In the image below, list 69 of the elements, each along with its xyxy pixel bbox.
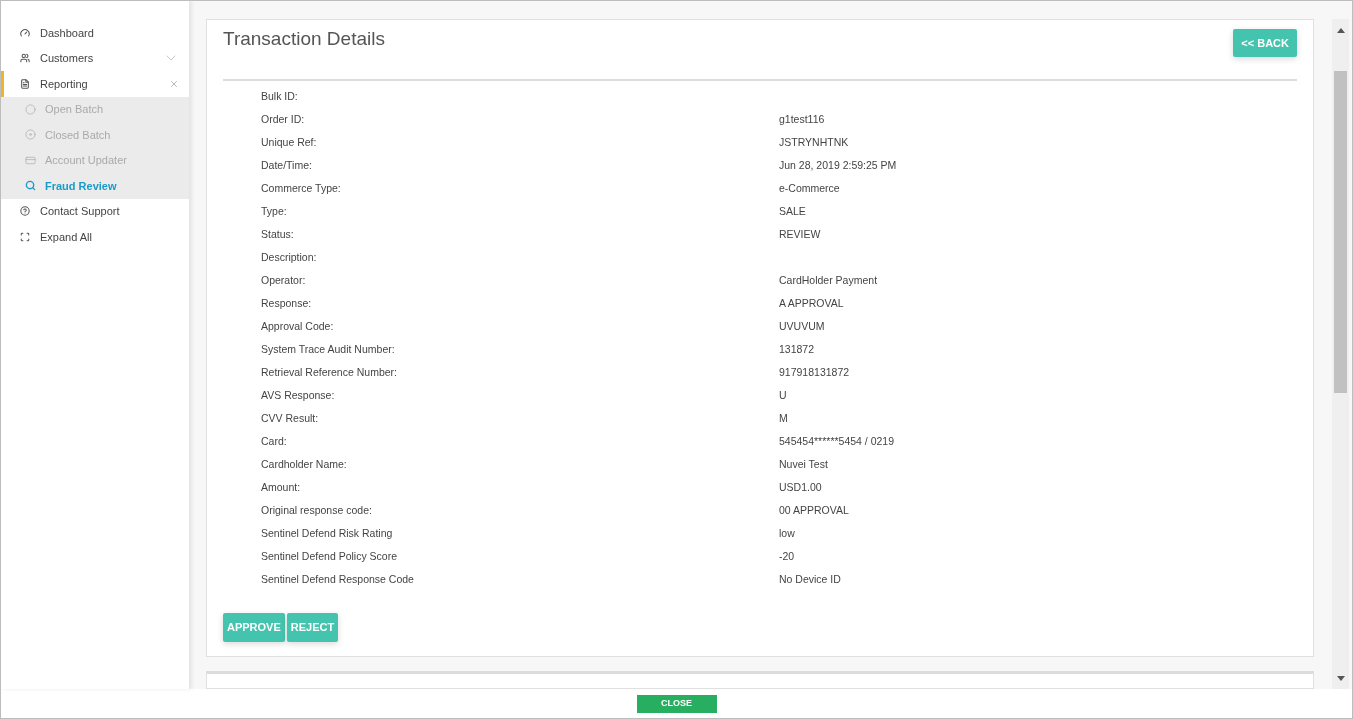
detail-value: 545454******5454 / 0219 xyxy=(779,433,895,449)
document-icon xyxy=(20,78,30,89)
detail-value: USD1.00 xyxy=(779,479,822,495)
sidebar-item[interactable]: Customers xyxy=(1,45,189,71)
detail-label: Date/Time: xyxy=(260,157,313,173)
card-icon xyxy=(25,154,36,166)
help-icon xyxy=(20,206,30,217)
detail-label: Order ID: xyxy=(260,111,306,127)
detail-label: Status: xyxy=(260,226,295,242)
detail-value: No Device ID xyxy=(779,571,841,587)
detail-value: JSTRYNHTNK xyxy=(779,134,849,150)
disc-icon xyxy=(25,129,36,141)
detail-label: Bulk ID: xyxy=(260,88,299,104)
down-arrow-icon[interactable] xyxy=(1336,676,1345,681)
detail-label: System Trace Audit Number: xyxy=(260,341,396,357)
submenu-item[interactable]: Closed Batch xyxy=(1,122,189,148)
users-icon xyxy=(20,53,30,64)
expand-icon xyxy=(20,231,30,242)
detail-label: Type: xyxy=(260,203,288,219)
detail-label: Card: xyxy=(260,433,288,449)
submenu-item[interactable]: Open Batch xyxy=(1,96,189,122)
detail-value: A APPROVAL xyxy=(779,295,844,311)
detail-value: 131872 xyxy=(779,341,815,357)
detail-label: Response: xyxy=(260,295,313,311)
detail-label: Retrieval Reference Number: xyxy=(260,364,398,380)
up-arrow-icon[interactable] xyxy=(1336,28,1345,33)
submenu-item[interactable]: Fraud Review xyxy=(1,173,189,199)
detail-label: Sentinel Defend Response Code xyxy=(260,571,415,587)
detail-label: Cardholder Name: xyxy=(260,456,348,472)
detail-value: e-Commerce xyxy=(779,180,840,196)
detail-value: UVUVUM xyxy=(779,318,825,334)
action-button[interactable]: APPROVE xyxy=(223,613,285,642)
submenu-item[interactable]: Account Updater xyxy=(1,147,189,173)
detail-value: 00 APPROVAL xyxy=(779,502,849,518)
detail-label: AVS Response: xyxy=(260,387,336,403)
detail-label: Unique Ref: xyxy=(260,134,318,150)
action-button[interactable]: REJECT xyxy=(286,613,339,642)
detail-label: Original response code: xyxy=(260,502,373,518)
detail-value: 917918131872 xyxy=(779,364,850,380)
detail-label: CVV Result: xyxy=(260,410,320,426)
detail-value: -20 xyxy=(779,548,795,564)
circle-icon xyxy=(25,103,36,115)
detail-value: Jun 28, 2019 2:59:25 PM xyxy=(779,157,897,173)
detail-value: g1test116 xyxy=(779,111,825,127)
close-icon[interactable] xyxy=(169,78,179,89)
sidebar-item[interactable]: Expand All xyxy=(1,224,189,250)
close-button[interactable]: CLOSE xyxy=(636,694,717,713)
scrollbar-thumb[interactable] xyxy=(1334,71,1347,393)
detail-value: REVIEW xyxy=(779,226,821,242)
detail-value: CardHolder Payment xyxy=(779,272,878,288)
detail-value: SALE xyxy=(779,203,806,219)
scrollbar[interactable] xyxy=(1332,19,1349,689)
sidebar-item[interactable]: Contact Support xyxy=(1,198,189,224)
sidebar-item[interactable]: Dashboard xyxy=(1,20,189,46)
detail-label: Amount: xyxy=(260,479,302,495)
page-title: Transaction Details xyxy=(223,27,385,51)
detail-value: M xyxy=(779,410,788,426)
search-icon xyxy=(25,180,36,192)
back-button[interactable]: << BACK xyxy=(1233,29,1297,57)
detail-label: Sentinel Defend Policy Score xyxy=(260,548,398,564)
detail-label: Sentinel Defend Risk Rating xyxy=(260,525,394,541)
detail-label: Description: xyxy=(260,249,318,265)
detail-label: Commerce Type: xyxy=(260,180,342,196)
gauge-icon xyxy=(20,27,30,38)
detail-label: Approval Code: xyxy=(260,318,335,334)
detail-value: low xyxy=(779,525,795,541)
detail-value: U xyxy=(779,387,787,403)
detail-value: Nuvei Test xyxy=(779,456,828,472)
detail-label: Operator: xyxy=(260,272,307,288)
